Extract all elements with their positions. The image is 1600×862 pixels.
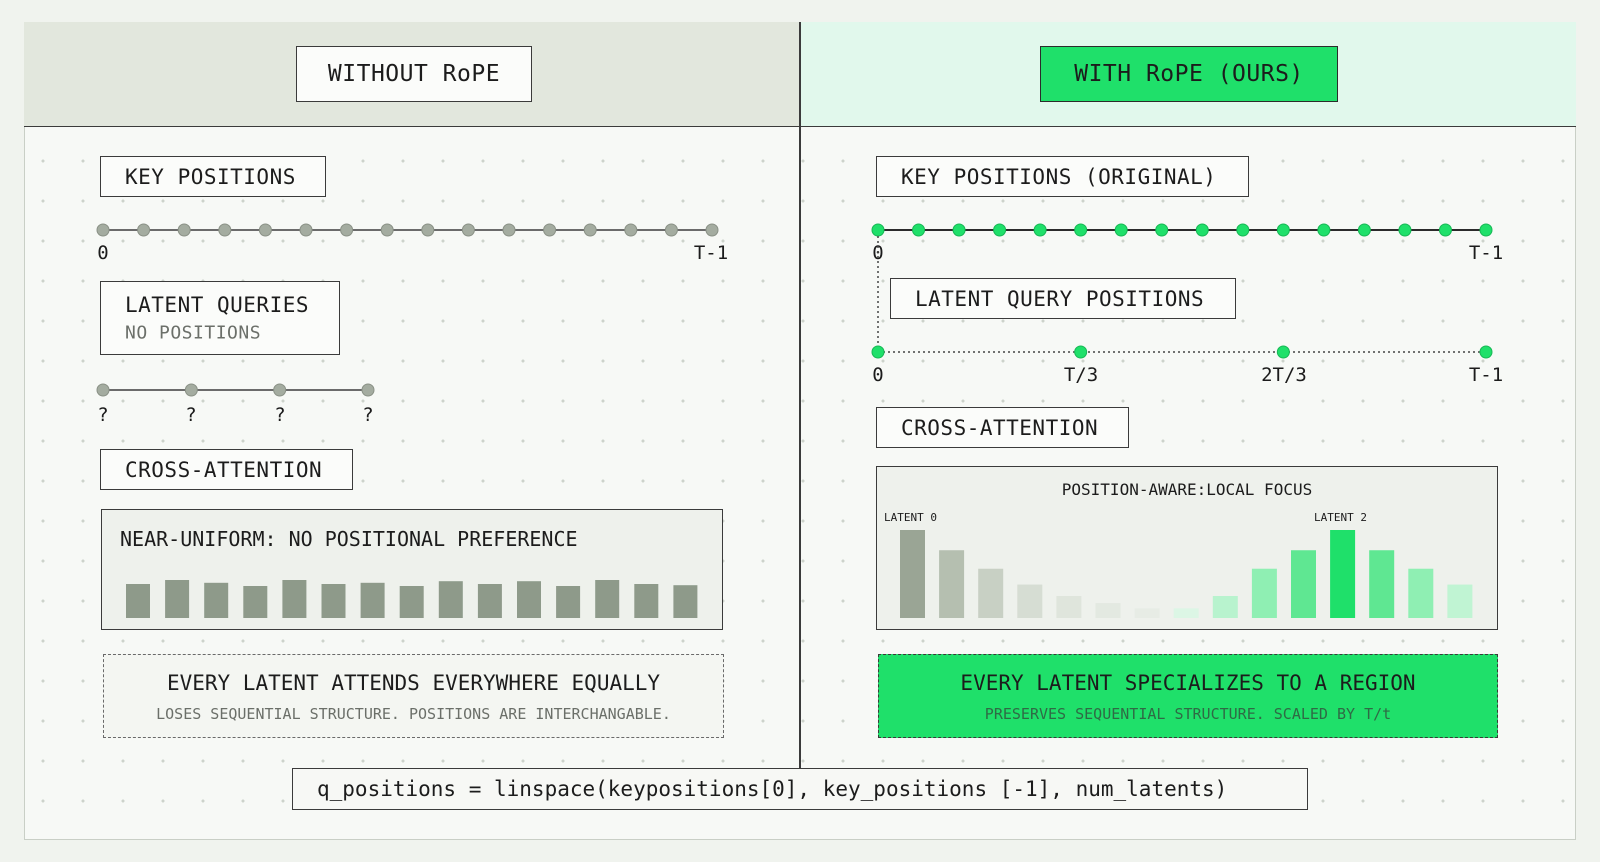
key-position-dot [705, 223, 719, 237]
key-position-dot [96, 223, 110, 237]
key-position-dot [543, 223, 557, 237]
position-aware-bar [900, 530, 925, 618]
key-position-dot [624, 223, 638, 237]
latent-query-dot-right [1074, 345, 1088, 359]
key-position-dot [299, 223, 313, 237]
uniform-attention-bar [321, 584, 346, 618]
key-position-dot-right [1398, 223, 1412, 237]
key-position-dot-right [871, 223, 885, 237]
uniform-attention-bar [556, 586, 581, 618]
key-position-dot [137, 223, 151, 237]
key-position-dot-right [1114, 223, 1128, 237]
uniform-attention-bar [360, 582, 385, 618]
position-aware-bar [1095, 603, 1121, 618]
key-position-dot [583, 223, 597, 237]
latent-query-dot-right [1276, 345, 1290, 359]
position-aware-bar [1134, 608, 1160, 618]
key-position-dot [218, 223, 232, 237]
key-position-dot [177, 223, 191, 237]
uniform-attention-bar [243, 586, 268, 618]
uniform-attention-bar [595, 580, 620, 618]
uniform-attention-bar [282, 580, 307, 618]
key-position-dot-right [1276, 223, 1290, 237]
position-aware-bar [1330, 530, 1356, 618]
key-position-dot [380, 223, 394, 237]
key-position-dot-right [993, 223, 1007, 237]
uniform-attention-bar [517, 581, 541, 618]
uniform-attention-bar [399, 586, 424, 618]
key-position-dot-right [912, 223, 926, 237]
key-position-dot-right [1438, 223, 1452, 237]
position-aware-bar [1173, 608, 1199, 618]
position-aware-bar [1369, 550, 1395, 618]
key-position-dot-right [1155, 223, 1169, 237]
key-position-dot-right [1195, 223, 1209, 237]
uniform-attention-bar [477, 584, 502, 618]
diagram-marks [96, 223, 1493, 618]
uniform-attention-bar [204, 582, 229, 618]
latent-query-dot [184, 383, 198, 397]
key-position-dot [258, 223, 272, 237]
position-aware-bar [1447, 584, 1473, 618]
key-position-dot [664, 223, 678, 237]
key-position-dot [340, 223, 354, 237]
key-position-dot [461, 223, 475, 237]
latent-query-dot [96, 383, 110, 397]
key-position-dot-right [1033, 223, 1047, 237]
key-position-dot-right [1236, 223, 1250, 237]
latent-query-dot-right [1479, 345, 1493, 359]
uniform-attention-bar [634, 584, 659, 618]
position-aware-bar [1291, 550, 1316, 618]
position-aware-bar [1251, 568, 1277, 618]
position-aware-bar [1408, 568, 1434, 618]
uniform-attention-bar [438, 581, 463, 618]
latent-query-dot [361, 383, 375, 397]
key-position-dot [502, 223, 516, 237]
key-position-dot-right [1357, 223, 1371, 237]
latent-query-dot [273, 383, 287, 397]
uniform-attention-bar [126, 584, 150, 618]
key-position-dot-right [1317, 223, 1331, 237]
position-aware-bar [1056, 596, 1082, 618]
key-position-dot [421, 223, 435, 237]
key-position-dot-right [952, 223, 966, 237]
position-aware-bar [1017, 584, 1043, 618]
key-position-dot-right [1074, 223, 1088, 237]
position-aware-bar [978, 568, 1004, 618]
uniform-attention-bar [165, 580, 190, 618]
position-aware-bar [939, 550, 965, 618]
position-aware-bar [1212, 596, 1238, 618]
key-position-dot-right [1479, 223, 1493, 237]
uniform-attention-bar [673, 585, 698, 618]
latent-query-dot-right [871, 345, 885, 359]
